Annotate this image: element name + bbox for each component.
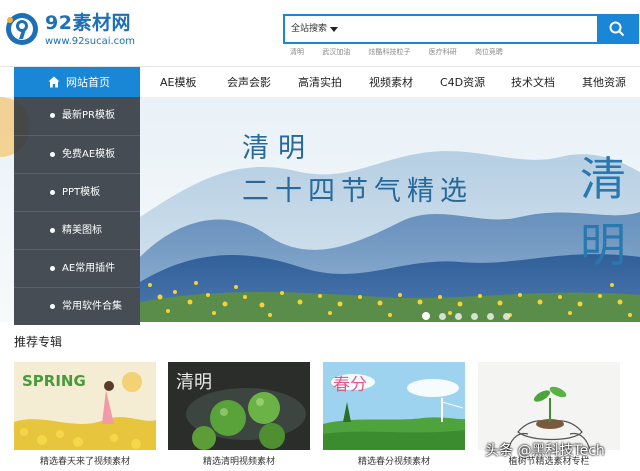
home-icon (48, 76, 60, 88)
nav-item-hd-footage[interactable]: 高清实拍 (298, 67, 342, 98)
hot-keyword-link[interactable]: 医疗科研 (429, 48, 457, 56)
sidebar-item-free-ae[interactable]: 免费AE模板 (14, 135, 140, 173)
banner-subtitle: 二十四节气精选 (242, 176, 473, 207)
chevron-down-icon[interactable] (330, 27, 338, 32)
bullet-icon (50, 266, 55, 271)
search-scope-label: 全站搜索 (291, 24, 328, 34)
bullet-icon (50, 190, 55, 195)
album-thumbnail[interactable] (478, 362, 620, 450)
page: 92素材网 www.92sucai.com 全站搜索 清明 武汉加油 炫酷科技粒… (0, 0, 640, 471)
banner-calligraphy: 清明 (580, 152, 626, 272)
nav-home-label: 网站首页 (66, 76, 110, 89)
logo-icon (6, 13, 38, 45)
search-bar: 全站搜索 (283, 14, 639, 44)
banner-title: 清明 (242, 133, 314, 164)
search-button[interactable] (597, 16, 637, 42)
sidebar-item-software[interactable]: 常用软件合集 (14, 287, 140, 325)
sidebar-item-label: PPT模板 (62, 187, 101, 198)
album-card[interactable]: 清明 精选清明视频素材 (168, 362, 310, 471)
sidebar-item-ae-plugins[interactable]: AE常用插件 (14, 249, 140, 287)
sidebar-item-ppt[interactable]: PPT模板 (14, 173, 140, 211)
nav-item-tech-docs[interactable]: 技术文档 (511, 67, 555, 98)
hot-keywords: 清明 武汉加油 炫酷科技粒子 医疗科研 岗位竞聘 (290, 47, 519, 59)
sidebar-item-label: 精美图标 (62, 225, 102, 236)
album-image-text: 清明 (176, 372, 212, 393)
sidebar-item-icons[interactable]: 精美图标 (14, 211, 140, 249)
nav-item-ae-templates[interactable]: AE模板 (160, 67, 196, 98)
bullet-icon (50, 113, 55, 118)
nav-item-c4d[interactable]: C4D资源 (440, 67, 485, 98)
category-sidebar: 最新PR模板 免费AE模板 PPT模板 精美图标 AE常用插件 常用软件合集 (14, 97, 140, 325)
hot-keyword-link[interactable]: 炫酷科技粒子 (368, 48, 410, 56)
carousel-dot[interactable] (422, 312, 430, 320)
album-thumbnail[interactable]: SPRING (14, 362, 156, 450)
search-icon (609, 21, 625, 37)
album-thumbnail[interactable]: 清明 (168, 362, 310, 450)
album-caption[interactable]: 精选春天来了视频素材 (14, 455, 156, 469)
hot-keyword-link[interactable]: 清明 (290, 48, 304, 56)
hot-keyword-link[interactable]: 岗位竞聘 (475, 48, 503, 56)
carousel-dots (422, 305, 514, 320)
bullet-icon (50, 152, 55, 157)
nav-item-other[interactable]: 其他资源 (582, 67, 626, 98)
sidebar-item-label: 常用软件合集 (62, 301, 122, 312)
logo-title: 92素材网 (45, 12, 131, 34)
watermark: 头条 @黑科技Tech (485, 443, 605, 459)
album-thumbnail[interactable]: 春分 (323, 362, 465, 450)
search-input[interactable] (347, 19, 597, 39)
hot-keyword-link[interactable]: 武汉加油 (322, 48, 350, 56)
site-logo[interactable]: 92素材网 www.92sucai.com (4, 8, 144, 48)
main-nav: 网站首页 AE模板 会声会影 高清实拍 视频素材 C4D资源 技术文档 其他资源 (0, 66, 640, 98)
album-card[interactable]: SPRING 精选春天来了视频素材 (14, 362, 156, 471)
nav-item-video-assets[interactable]: 视频素材 (369, 67, 413, 98)
album-image-text: SPRING (22, 372, 86, 390)
section-title: 推荐专辑 (14, 335, 63, 349)
album-card[interactable]: 春分 精选春分视频素材 (323, 362, 465, 471)
sidebar-item-label: 免费AE模板 (62, 149, 116, 160)
sidebar-item-pr-templates[interactable]: 最新PR模板 (14, 97, 140, 135)
sidebar-item-label: AE常用插件 (62, 263, 116, 274)
bullet-icon (50, 228, 55, 233)
album-caption[interactable]: 精选春分视频素材 (323, 455, 465, 469)
nav-item-home[interactable]: 网站首页 (14, 67, 140, 98)
album-caption[interactable]: 精选清明视频素材 (168, 455, 310, 469)
header: 92素材网 www.92sucai.com 全站搜索 清明 武汉加油 炫酷科技粒… (0, 0, 640, 66)
logo-url: www.92sucai.com (45, 36, 136, 47)
bullet-icon (50, 304, 55, 309)
album-image-text: 春分 (333, 375, 367, 395)
sidebar-item-label: 最新PR模板 (62, 110, 115, 121)
nav-item-huisheng[interactable]: 会声会影 (227, 67, 271, 98)
